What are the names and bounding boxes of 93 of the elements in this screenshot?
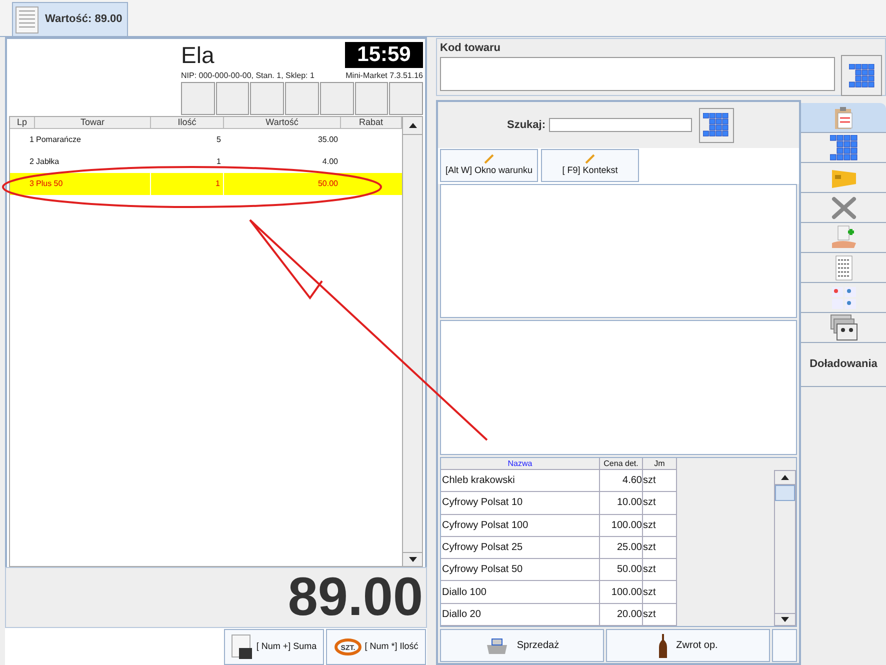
sale-button[interactable]: Sprzedaż <box>440 629 604 662</box>
sum-button[interactable]: [ Num +] Suma <box>224 629 324 665</box>
price-cell: 4.60 <box>600 470 643 492</box>
product-name: Chleb krakowski <box>441 470 600 492</box>
total-amount: 89.00 <box>288 570 423 624</box>
pencil-icon <box>585 154 595 164</box>
cashier-name: Ela <box>181 42 214 68</box>
value-cell-text: 50.00 <box>316 178 339 190</box>
function-key-slot[interactable] <box>285 82 319 115</box>
column-header[interactable]: Lp <box>10 117 35 128</box>
unit-cell: szt <box>643 470 677 492</box>
search-field[interactable] <box>548 118 692 132</box>
keypad-icon <box>848 64 874 88</box>
product-name: Cyfrowy Polsat 25 <box>441 536 600 558</box>
value-cell-text: 35.00 <box>316 134 339 146</box>
quantity-cell-text: 1 <box>216 156 222 168</box>
unit-cell: szt <box>643 514 677 536</box>
product-name: Jabłka <box>35 156 60 168</box>
code-field[interactable] <box>440 57 835 91</box>
price-cell: 20.00 <box>600 604 643 625</box>
product-name: Diallo 20 <box>441 604 600 625</box>
function-key-slot[interactable] <box>389 82 424 115</box>
side-tab[interactable] <box>801 253 886 283</box>
arrow-down-icon <box>781 617 789 622</box>
column-header[interactable]: Jm <box>643 458 677 469</box>
clipboard-icon <box>834 106 854 130</box>
hand-document-icon <box>830 224 858 250</box>
clock: 15:59 <box>345 42 423 68</box>
side-tab[interactable] <box>801 223 886 253</box>
people-cards-icon <box>830 314 858 342</box>
product-name: Cyfrowy Polsat 10 <box>441 492 600 514</box>
column-header[interactable]: Ilość <box>151 117 224 128</box>
function-key-slot[interactable] <box>250 82 284 115</box>
value-cell-text: 4.00 <box>321 156 339 168</box>
scroll-thumb[interactable] <box>775 485 795 501</box>
filter-button[interactable]: [Alt W] Okno warunku <box>440 149 538 182</box>
price-cell: 10.00 <box>600 492 643 514</box>
unit-cell: szt <box>643 492 677 514</box>
arrow-down-icon <box>408 556 416 562</box>
keypad-icon <box>703 113 730 137</box>
unit-cell: szt <box>643 559 677 580</box>
keypad-button[interactable] <box>698 108 734 142</box>
product-name: Plus 50 <box>35 178 63 190</box>
unit-cell: szt <box>643 604 677 625</box>
version-label: Mini-Market 7.3.51.16 <box>346 71 423 81</box>
side-tab[interactable] <box>801 133 886 163</box>
product-name: Pomarańcze <box>35 134 81 146</box>
unit-cell: szt <box>643 581 677 603</box>
function-key-slot[interactable] <box>181 82 215 115</box>
document-save-icon <box>231 634 254 660</box>
price-cell: 50.00 <box>600 559 643 580</box>
price-cell: 100.00 <box>600 514 643 536</box>
product-name: Cyfrowy Polsat 100 <box>441 514 600 536</box>
column-header[interactable]: Wartość <box>224 117 341 128</box>
keypad-icon <box>830 134 858 160</box>
column-header[interactable]: Nazwa <box>441 458 600 469</box>
receipt-tab[interactable]: Wartość: 89.00 <box>12 2 128 36</box>
product-name: Cyfrowy Polsat 50 <box>441 559 600 580</box>
filter-button[interactable]: [ F9] Kontekst <box>541 149 639 182</box>
function-key-slot[interactable] <box>320 82 354 115</box>
store-info: NIP: 000-000-00-00, Stan. 1, Sklep: 1 <box>181 71 314 81</box>
scrollbar[interactable] <box>402 117 422 566</box>
forms-icon <box>830 286 856 310</box>
column-header[interactable]: Towar <box>35 117 151 128</box>
tab-label: Wartość: 89.00 <box>45 12 122 28</box>
row-number: 3 <box>28 178 35 190</box>
tools-icon <box>830 196 856 220</box>
receipt-icon <box>15 6 39 34</box>
bottle-icon <box>658 632 668 658</box>
row-number: 1 <box>28 134 35 146</box>
row-number: 2 <box>28 156 35 168</box>
unit-cell: szt <box>643 536 677 558</box>
scrollbar[interactable] <box>774 470 796 626</box>
return-button[interactable]: Zwrot op. <box>606 629 770 662</box>
receipt-row[interactable]: 3 Plus 50 1 50.00 <box>10 173 402 195</box>
function-key-slot[interactable] <box>216 82 250 115</box>
pencil-icon <box>484 154 494 164</box>
side-tab[interactable] <box>801 313 886 343</box>
keypad-button[interactable] <box>841 55 882 96</box>
quantity-cell-text: 5 <box>216 134 222 146</box>
document-icon <box>834 254 852 280</box>
price-cell: 100.00 <box>600 581 643 603</box>
quantity-cell: 1 <box>151 173 224 195</box>
product-name: Diallo 100 <box>441 581 600 603</box>
price-cell: 25.00 <box>600 536 643 558</box>
side-tab[interactable] <box>801 103 886 133</box>
arrow-up-icon <box>781 475 789 480</box>
cash-register-icon <box>484 636 509 654</box>
function-key-slot[interactable] <box>354 82 388 115</box>
search-label: Szukaj: <box>507 118 546 133</box>
arrow-up-icon <box>408 123 416 128</box>
empty-button[interactable] <box>772 629 797 662</box>
column-header[interactable]: Cena det. <box>600 458 643 469</box>
